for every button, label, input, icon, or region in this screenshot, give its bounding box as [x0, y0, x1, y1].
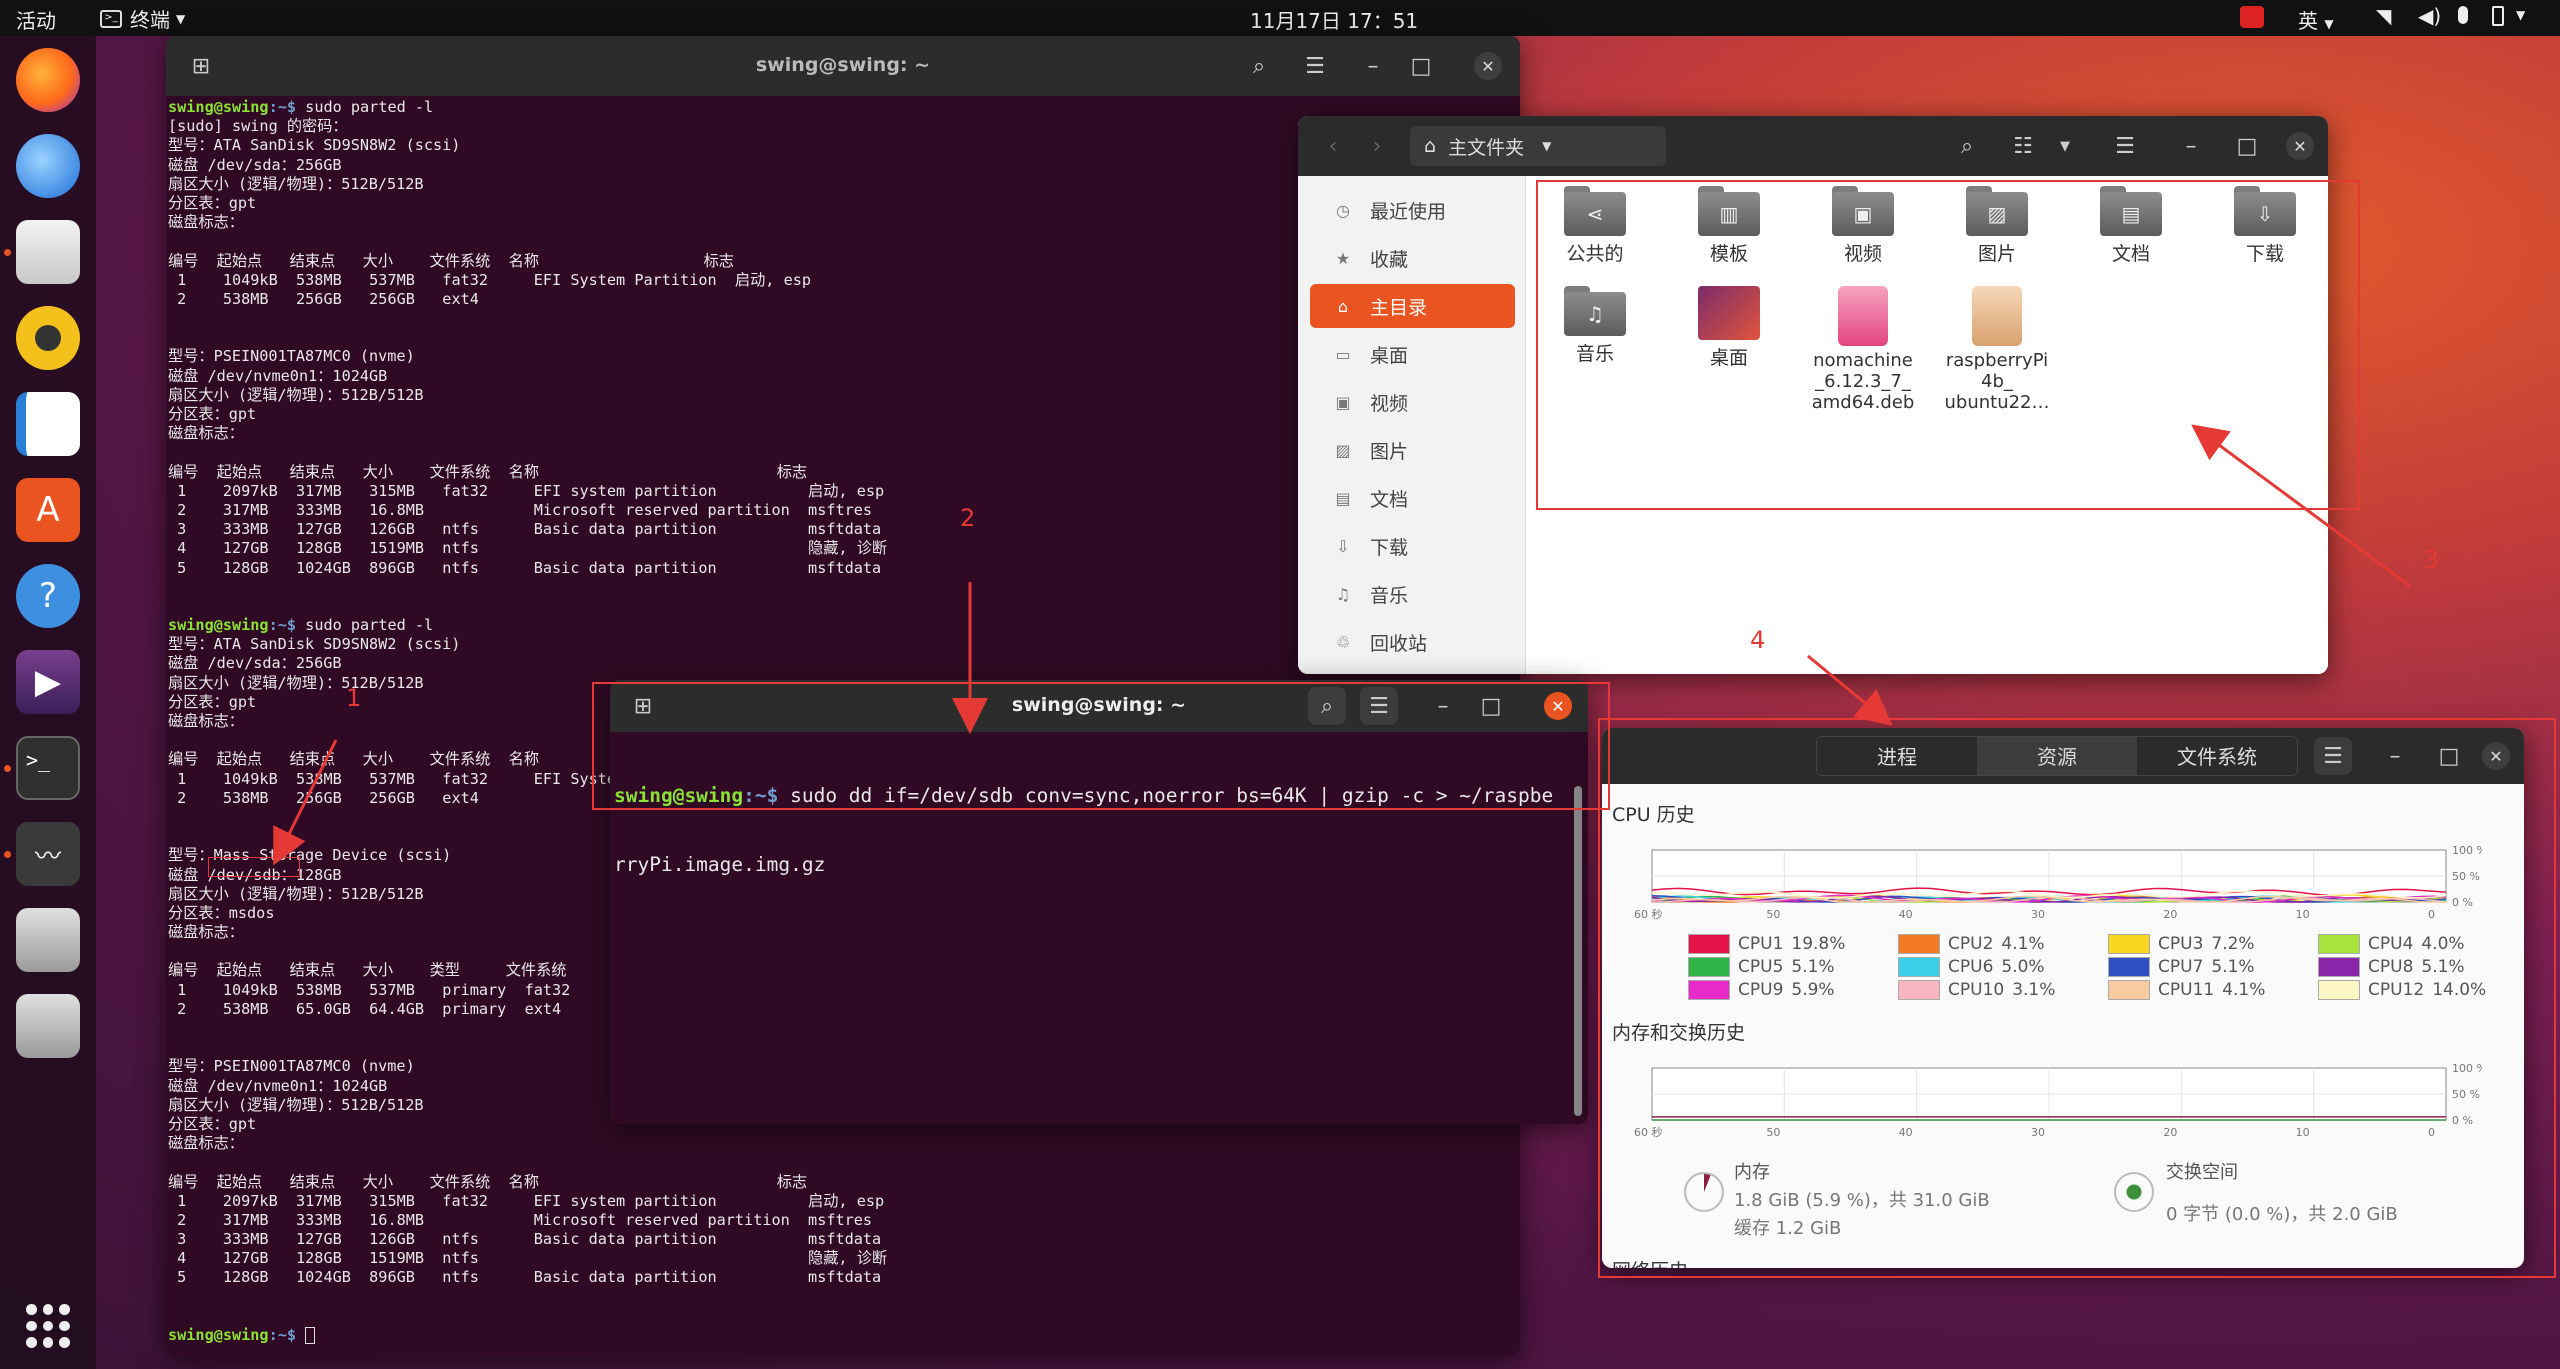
annotation-arrows	[273, 424, 2411, 866]
arrow-3	[2191, 424, 2411, 588]
arrow-4	[1807, 654, 1893, 726]
arrow-1	[273, 739, 338, 866]
